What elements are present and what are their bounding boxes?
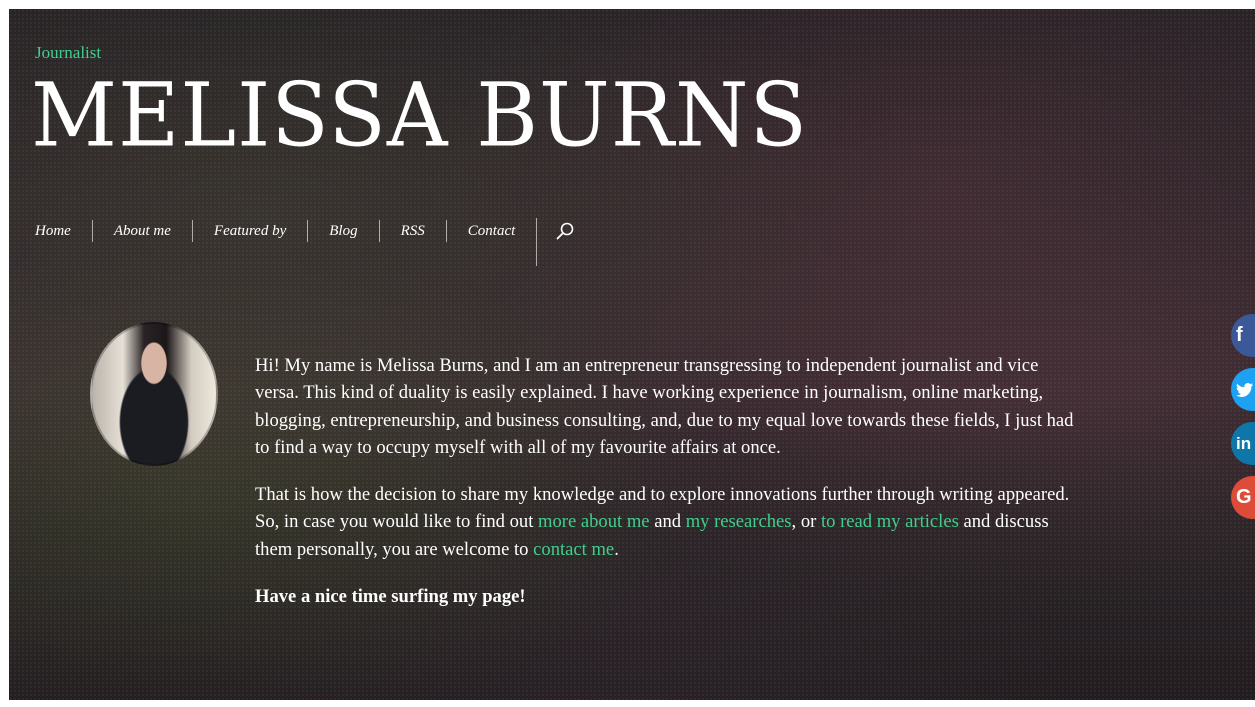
nav-about-me[interactable]: About me	[93, 223, 192, 240]
avatar	[90, 322, 218, 466]
bio-closing: Have a nice time surfing my page!	[255, 586, 526, 608]
nav-home[interactable]: Home	[35, 223, 92, 240]
google-plus-icon[interactable]: G	[1231, 476, 1255, 519]
twitter-icon[interactable]	[1231, 368, 1255, 411]
facebook-glyph: f	[1236, 324, 1243, 346]
search-icon[interactable]	[555, 221, 575, 241]
link-read-articles[interactable]: to read my articles	[821, 511, 959, 532]
linkedin-glyph: in	[1236, 433, 1252, 453]
bio-section: Hi! My name is Melissa Burns, and I am a…	[255, 352, 1075, 630]
bio-text: .	[614, 538, 619, 560]
page-frame: Journalist MELISSA BURNS Home About me F…	[9, 9, 1255, 700]
bio-paragraph-intro: Hi! My name is Melissa Burns, and I am a…	[255, 355, 1074, 458]
link-contact-me[interactable]: contact me	[533, 539, 614, 560]
nav-rss[interactable]: RSS	[380, 223, 446, 240]
bio-paragraph-links: That is how the decision to share my kno…	[255, 481, 1075, 563]
google-glyph: G	[1236, 486, 1252, 508]
site-tagline: Journalist	[35, 43, 102, 62]
linkedin-icon[interactable]: in	[1231, 422, 1255, 465]
main-nav: Home About me Featured by Blog RSS Conta…	[35, 218, 575, 266]
facebook-icon[interactable]: f	[1231, 314, 1255, 357]
site-title[interactable]: MELISSA BURNS	[31, 71, 808, 159]
nav-divider	[536, 218, 538, 266]
bio-text: and	[649, 511, 686, 533]
link-more-about-me[interactable]: more about me	[538, 511, 650, 532]
bio-text: , or	[791, 511, 821, 533]
nav-featured-by[interactable]: Featured by	[193, 223, 307, 240]
twitter-bird-icon	[1236, 382, 1253, 397]
social-share-bar: f in G	[1231, 314, 1255, 519]
link-my-researches[interactable]: my researches	[686, 511, 792, 532]
nav-blog[interactable]: Blog	[308, 223, 378, 240]
nav-contact[interactable]: Contact	[447, 223, 537, 240]
